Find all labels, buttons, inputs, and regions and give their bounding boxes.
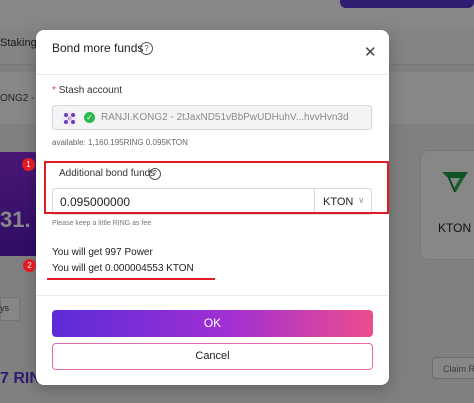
bond-more-funds-modal: Bond more funds ? ✕ * Stash account ✓ RA… [22,30,389,385]
identicon-icon [62,111,77,126]
annotation-badge-1: 1 [22,158,35,171]
stash-account-label-text: Stash account [58,85,123,96]
modal-title: Bond more funds [52,41,144,55]
verified-check-icon: ✓ [84,112,95,123]
stash-account-field: ✓ RANJI.KONG2 - 2tJaxND51vBbPwUDHuhV...h… [52,105,372,130]
kton-result: You will get 0.000004553 KTON [52,263,194,274]
help-icon[interactable]: ? [140,42,153,55]
stash-account-label: * Stash account [52,85,122,96]
close-icon[interactable]: ✕ [364,43,377,61]
annotation-badge-2: 2 [23,259,36,272]
ok-button[interactable]: OK [52,310,373,337]
stash-account-value: RANJI.KONG2 - 2tJaxND51vBbPwUDHuhV...hvv… [101,112,349,123]
highlight-underline [47,278,215,280]
highlight-box [44,161,389,214]
available-balance: available: 1,160.195RING 0.095KTON [52,138,188,147]
fee-note: Please keep a little RING as fee [52,220,152,227]
power-result: You will get 997 Power [52,247,153,258]
required-mark: * [52,85,56,96]
footer-divider [36,295,389,296]
cancel-button[interactable]: Cancel [52,343,373,370]
modal-header: Bond more funds ? ✕ [36,30,389,75]
